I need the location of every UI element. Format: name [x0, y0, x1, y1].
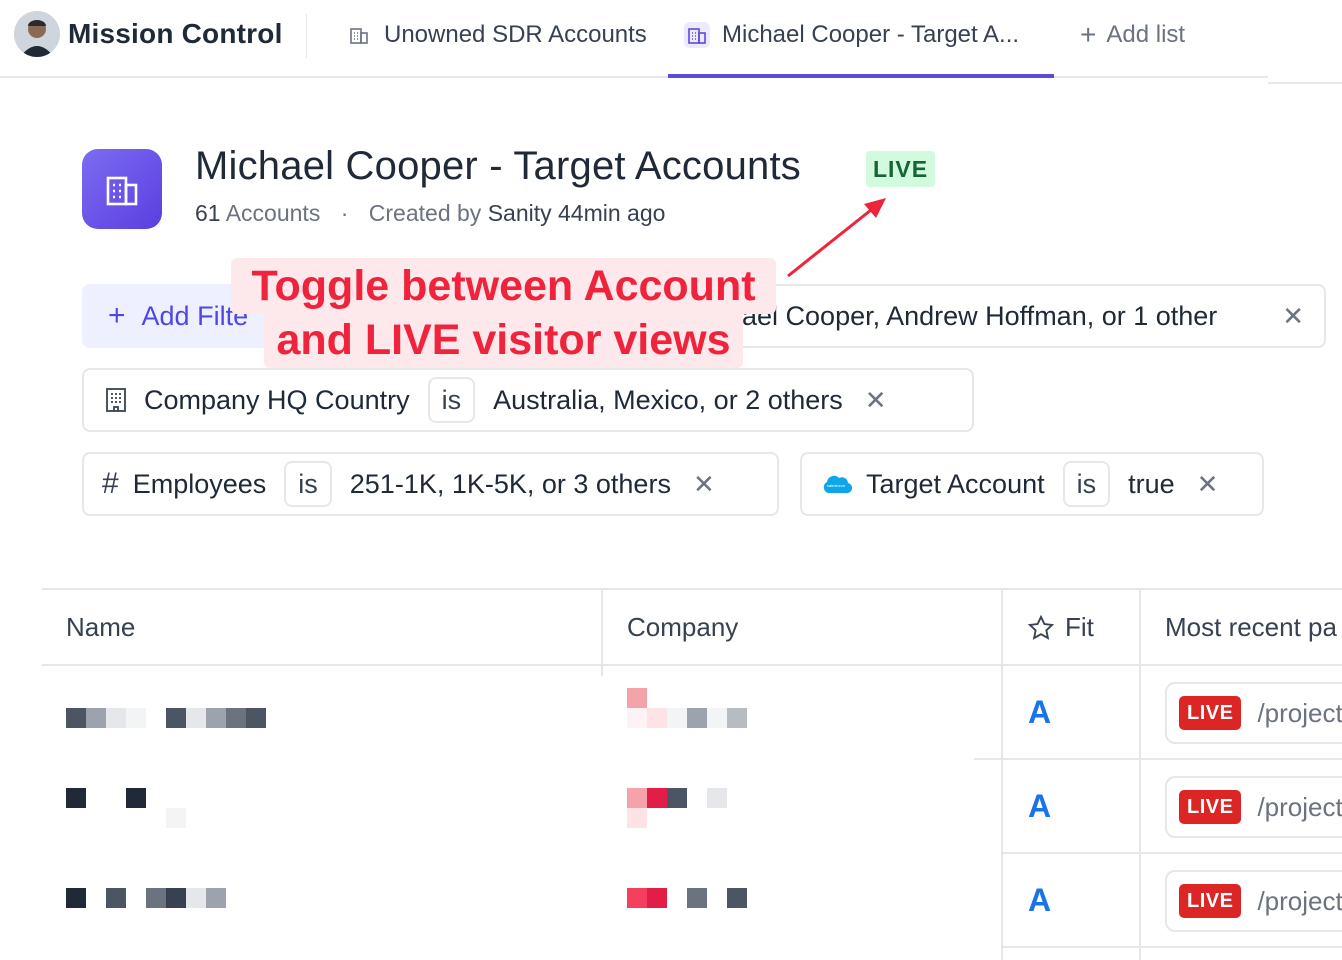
page-path: /project: [1257, 791, 1342, 822]
building-icon: [684, 22, 710, 48]
tab-label: Unowned SDR Accounts: [384, 21, 647, 48]
annotation-line-2: and LIVE visitor views: [264, 312, 743, 368]
recent-page-pill[interactable]: LIVE /project: [1165, 682, 1342, 744]
creator-name: Sanity: [487, 200, 552, 226]
avatar[interactable]: [14, 11, 60, 57]
close-icon[interactable]: ✕: [1282, 301, 1304, 332]
page-path: /project: [1257, 885, 1342, 916]
filter-label: Company HQ Country: [144, 384, 410, 415]
list-meta: 61 Accounts · Created by Sanity 44min ag…: [195, 200, 666, 226]
filter-chip-company-hq-country[interactable]: Company HQ Country is Australia, Mexico,…: [82, 368, 974, 432]
filter-value: true: [1128, 468, 1175, 499]
created-age: 44min ago: [558, 200, 666, 226]
row-divider: [1001, 946, 1342, 948]
filter-operator[interactable]: is: [284, 461, 332, 507]
filter-chip-target-account[interactable]: salesforce Target Account is true ✕: [800, 452, 1264, 516]
filter-chip-owner[interactable]: ael Cooper, Andrew Hoffman, or 1 other ✕: [720, 284, 1326, 348]
list-building-icon: [82, 149, 162, 229]
app-header[interactable]: Mission Control: [14, 11, 283, 57]
created-by-prefix: Created by: [368, 200, 482, 226]
table-row[interactable]: A LIVE /project: [42, 666, 1342, 760]
column-header-company[interactable]: Company: [627, 612, 738, 643]
fit-grade: A: [1028, 788, 1052, 824]
salesforce-icon: salesforce: [820, 473, 852, 495]
page-title: Michael Cooper - Target Accounts: [195, 144, 801, 188]
plus-icon: +: [108, 299, 126, 332]
hash-icon: #: [102, 467, 119, 500]
column-divider: [601, 588, 603, 676]
app-title: Mission Control: [68, 18, 283, 49]
star-icon: [1027, 614, 1055, 642]
page-path: /project: [1257, 697, 1342, 728]
tab-michael-cooper-target-accounts[interactable]: Michael Cooper - Target A...: [684, 14, 1019, 56]
fit-grade: A: [1028, 882, 1052, 918]
tab-label: Michael Cooper - Target A...: [722, 21, 1020, 48]
building-icon: [346, 22, 372, 48]
live-toggle-badge[interactable]: LIVE: [866, 151, 935, 187]
annotation-line-1: Toggle between Account: [231, 258, 776, 314]
svg-text:salesforce: salesforce: [827, 483, 846, 488]
live-badge: LIVE: [1179, 696, 1242, 730]
recent-page-pill[interactable]: LIVE /project: [1165, 870, 1342, 932]
live-badge: LIVE: [1179, 790, 1242, 824]
table-row[interactable]: A LIVE /project: [42, 854, 1342, 948]
close-icon[interactable]: ✕: [693, 469, 715, 500]
filter-value: 251-1K, 1K-5K, or 3 others: [349, 468, 671, 499]
fit-grade: A: [1028, 694, 1052, 730]
table-header: Name Company Fit Most recent pa: [42, 588, 1342, 666]
top-bar-extension: [1268, 0, 1342, 84]
building-icon: [102, 386, 130, 414]
account-count: 61: [195, 200, 221, 226]
divider: [306, 14, 307, 58]
filter-label: Target Account: [866, 468, 1045, 499]
filter-operator[interactable]: is: [427, 377, 476, 423]
recent-page-pill[interactable]: LIVE /project: [1165, 776, 1342, 838]
add-list-button[interactable]: + Add list: [1080, 14, 1185, 56]
close-icon[interactable]: ✕: [865, 385, 887, 416]
filter-value: ael Cooper, Andrew Hoffman, or 1 other: [742, 300, 1218, 331]
column-header-fit[interactable]: Fit: [1027, 612, 1094, 643]
annotation-arrow: [787, 198, 886, 278]
add-list-label: Add list: [1106, 21, 1186, 48]
tab-unowned-sdr-accounts[interactable]: Unowned SDR Accounts: [346, 14, 647, 56]
column-header-name[interactable]: Name: [66, 612, 135, 643]
filter-operator[interactable]: is: [1062, 461, 1111, 507]
fit-label: Fit: [1065, 612, 1094, 642]
filter-label: Employees: [132, 468, 267, 499]
plus-icon: +: [1080, 19, 1097, 50]
filter-chip-employees[interactable]: # Employees is 251-1K, 1K-5K, or 3 other…: [82, 452, 779, 516]
active-tab-indicator: [668, 74, 1054, 78]
close-icon[interactable]: ✕: [1197, 469, 1219, 500]
column-header-most-recent-page[interactable]: Most recent pa: [1165, 612, 1337, 643]
live-badge: LIVE: [1179, 884, 1242, 918]
table-row[interactable]: A LIVE /project: [42, 760, 1342, 854]
account-count-suffix: Accounts: [225, 200, 321, 226]
filter-value: Australia, Mexico, or 2 others: [493, 384, 843, 415]
